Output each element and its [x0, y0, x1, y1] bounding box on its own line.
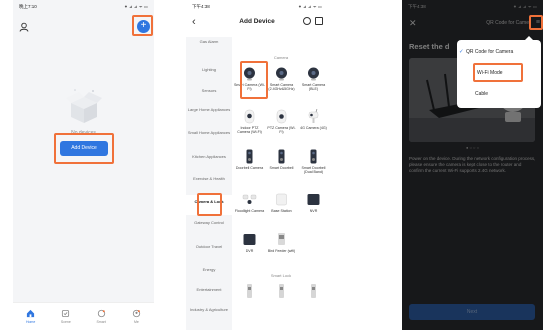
device-item[interactable]: Smart Camera (2.4GHz&5GHz): [266, 66, 297, 92]
nvr-icon: [307, 194, 320, 205]
category-item[interactable]: Gateway Control: [186, 220, 232, 225]
tab-home[interactable]: Home: [13, 303, 48, 330]
camera-icon: [276, 67, 287, 81]
tab-scene[interactable]: Scene: [48, 303, 83, 330]
bird-feeder-icon: [278, 233, 285, 245]
device-label: DVR: [245, 249, 254, 253]
user-icon[interactable]: [19, 22, 29, 32]
category-item[interactable]: Lighting: [186, 67, 232, 72]
category-item[interactable]: Energy: [186, 267, 232, 272]
category-item[interactable]: Small Home Appliances: [186, 130, 232, 135]
doorbell-icon: [246, 149, 253, 164]
device-label: PTZ Camera (Wi-Fi): [267, 126, 296, 135]
auto-scan-icon[interactable]: [303, 17, 311, 25]
category-item[interactable]: Large Home Appliances: [186, 107, 232, 112]
highlight-box: [473, 63, 523, 82]
section-header: Smart Lock: [270, 273, 292, 278]
header: ‹ Add Device: [186, 12, 328, 32]
device-item[interactable]: NVR: [298, 192, 328, 213]
device-item[interactable]: [266, 283, 297, 300]
doorbell-icon: [278, 149, 285, 164]
tab-smart[interactable]: Smart: [84, 303, 119, 330]
device-item[interactable]: Floodlight Camera: [234, 192, 265, 213]
category-item[interactable]: Entertainment: [186, 287, 232, 292]
device-item[interactable]: Indoor PTZ Camera (Wi-Fi): [234, 109, 265, 135]
highlight-box: [197, 193, 222, 216]
smart-lock-icon: [279, 284, 284, 298]
device-label: Smart Doorbell (Dual Band): [301, 166, 326, 175]
menu-option-label: QR Code for Camera: [466, 49, 514, 55]
highlight-box: [132, 15, 153, 36]
add-device-screen: 下午4:38 ⁕ ⊿ ⊿ ᯤ ▭ ‹ Add Device Gas Alarm …: [186, 0, 328, 330]
category-item[interactable]: Industry & Agriculture: [186, 307, 232, 312]
device-label: Smart Doorbell: [269, 166, 294, 170]
tab-label: Scene: [60, 320, 71, 324]
ptz-camera-icon: [244, 109, 255, 124]
status-time: 晚上7:10: [19, 4, 37, 9]
category-item[interactable]: Outdoor Travel: [186, 244, 232, 249]
menu-option-cable[interactable]: Cable: [457, 91, 541, 97]
device-label: 4G Camera (4G): [300, 126, 327, 130]
highlight-box: [54, 133, 114, 164]
me-icon: [132, 309, 141, 318]
device-item[interactable]: Bird Feeder (wifi): [266, 232, 297, 253]
category-item[interactable]: Exercise & Health: [186, 176, 232, 181]
menu-option-label: Cable: [475, 91, 489, 97]
status-bar: 下午4:38 ⁕ ⊿ ⊿ ᯤ ▭: [186, 0, 328, 12]
scene-icon: [62, 309, 70, 318]
device-item[interactable]: Smart Doorbell: [266, 149, 297, 170]
device-item[interactable]: 4G Camera (4G): [298, 109, 328, 130]
reset-device-screen: 下午4:38 ⁕ ⊿ ⊿ ᯤ ▭ ✕ QR Code for Came ≡ Re…: [402, 0, 543, 330]
device-item[interactable]: PTZ Camera (Wi-Fi): [266, 109, 297, 135]
status-time: 下午4:38: [192, 4, 210, 9]
device-label: NVR: [309, 209, 318, 213]
device-label: Bird Feeder (wifi): [267, 249, 296, 253]
device-label: Doorbell Camera: [235, 166, 264, 170]
smart-icon: [97, 309, 105, 318]
device-item[interactable]: Smart Doorbell (Dual Band): [298, 149, 328, 175]
device-item[interactable]: Doorbell Camera: [234, 149, 265, 170]
device-label: Smart Camera (2.4GHz&5GHz): [268, 83, 295, 92]
base-station-icon: [276, 193, 287, 206]
status-icons: ⁕ ⊿ ⊿ ᯤ ▭: [124, 4, 148, 9]
highlight-box: [529, 15, 543, 30]
device-item[interactable]: Smart Camera (BLE): [298, 66, 328, 92]
status-bar: 晚上7:10 ⁕ ⊿ ⊿ ᯤ ▭: [13, 0, 154, 12]
section-header: Camera: [273, 55, 289, 60]
smart-lock-icon: [311, 284, 316, 298]
home-icon: [27, 309, 35, 318]
device-item[interactable]: Base Station: [266, 192, 297, 213]
camera-icon: [308, 67, 319, 81]
category-sidebar: Gas Alarm Lighting Sensors Large Home Ap…: [186, 37, 232, 330]
empty-box-illustration: [66, 89, 102, 123]
bottom-tab-bar: Home Scene Smart Me: [13, 302, 154, 330]
category-item[interactable]: Sensors: [186, 88, 232, 93]
check-icon: ✓: [459, 49, 464, 55]
device-label: Indoor PTZ Camera (Wi-Fi): [237, 126, 262, 135]
highlight-box: [240, 61, 268, 99]
device-label: Base Station: [271, 209, 292, 213]
4g-camera-icon: [308, 109, 319, 123]
floodlight-camera-icon: [242, 194, 257, 204]
doorbell-icon: [310, 149, 317, 164]
smart-lock-icon: [247, 284, 252, 298]
tab-me[interactable]: Me: [119, 303, 154, 330]
category-item[interactable]: Kitchen Appliances: [186, 154, 232, 159]
home-screen: 晚上7:10 ⁕ ⊿ ⊿ ᯤ ▭ + No devices Add Device…: [13, 0, 154, 330]
status-icons: ⁕ ⊿ ⊿ ᯤ ▭: [298, 4, 322, 9]
menu-option-qr[interactable]: ✓ QR Code for Camera: [457, 49, 541, 55]
device-item[interactable]: DVR: [234, 232, 265, 253]
qr-scan-icon[interactable]: [315, 17, 323, 25]
device-item[interactable]: [234, 283, 265, 300]
header-actions: [303, 17, 323, 25]
device-label: Floodlight Camera: [234, 209, 265, 213]
tab-label: Home: [25, 320, 36, 324]
device-item[interactable]: [298, 283, 328, 300]
tab-label: Smart: [96, 320, 106, 324]
category-item[interactable]: Gas Alarm: [186, 39, 232, 47]
dvr-icon: [243, 234, 256, 245]
ptz-camera-icon: [276, 109, 287, 124]
device-label: Smart Camera (BLE): [301, 83, 326, 92]
tab-label: Me: [133, 320, 139, 324]
